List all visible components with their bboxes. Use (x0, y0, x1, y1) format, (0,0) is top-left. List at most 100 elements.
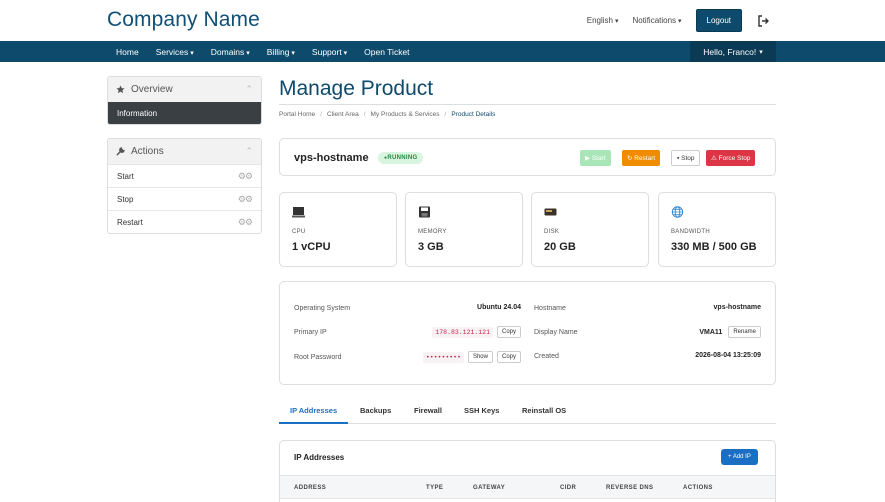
stat-label: MEMORY (418, 229, 447, 235)
actions-panel-header[interactable]: Actions ⌃ (108, 139, 261, 164)
main-navbar: Home Services Domains Billing Support Op… (0, 41, 885, 62)
sidebar-item-label: Stop (117, 194, 134, 204)
tab-reinstall-os[interactable]: Reinstall OS (522, 406, 566, 415)
column-header[interactable]: ACTIONS (683, 485, 713, 491)
rename-button[interactable]: Rename (728, 326, 761, 338)
stat-card-bandwidth: BANDWIDTH 330 MB / 500 GB (658, 192, 776, 267)
breadcrumb: Portal Home / Client Area / My Products & … (279, 111, 496, 118)
active-tab-indicator (279, 422, 348, 424)
start-button[interactable]: ▶ Start (580, 150, 611, 166)
overview-panel: Overview ⌃ Information (107, 76, 262, 125)
hostname-value: vps-hostname (713, 304, 761, 311)
chevron-up-icon[interactable]: ⌃ (245, 146, 253, 157)
exit-icon[interactable] (756, 14, 770, 28)
primary-ip-value: 178.83.121.121 (432, 326, 493, 338)
cogs-icon: ⚙⚙ (237, 193, 253, 204)
overview-panel-header[interactable]: Overview ⌃ (108, 77, 261, 102)
sidebar-item-information[interactable]: Information (108, 102, 261, 124)
stop-button[interactable]: ▪ Stop (671, 150, 701, 166)
stat-value: 20 GB (544, 241, 576, 253)
sidebar-item-restart[interactable]: Restart ⚙⚙ (108, 210, 261, 233)
user-menu[interactable]: Hello, Franco! (690, 41, 776, 62)
stat-label: BANDWIDTH (671, 229, 711, 235)
hostname-label: Hostname (534, 305, 566, 312)
stat-card-memory: MEMORY 3 GB (405, 192, 523, 267)
primary-ip-group: 178.83.121.121 Copy (432, 326, 521, 338)
sidebar-item-label: Start (117, 171, 134, 181)
divider (279, 104, 776, 105)
root-password-label: Root Password (294, 354, 342, 361)
nav-home[interactable]: Home (116, 47, 139, 57)
created-value: 2026-08-04 13:25:09 (695, 352, 761, 359)
logout-button[interactable]: Logout (695, 9, 742, 32)
breadcrumb-current: Product Details (451, 111, 496, 118)
stat-label: DISK (544, 229, 560, 235)
nav-open-ticket[interactable]: Open Ticket (364, 47, 409, 57)
display-name-group: VMA11 Rename (699, 326, 761, 338)
overview-title: Overview (131, 84, 173, 95)
show-password-button[interactable]: Show (467, 351, 493, 363)
tab-firewall[interactable]: Firewall (414, 406, 442, 415)
ip-section-title: IP Addresses (294, 453, 345, 462)
display-name-label: Display Name (534, 329, 578, 336)
os-value: Ubuntu 24.04 (477, 304, 521, 311)
breadcrumb-client-area[interactable]: Client Area (327, 111, 359, 118)
breadcrumb-products[interactable]: My Products & Services (371, 111, 440, 118)
sidebar-item-label: Restart (117, 217, 143, 227)
copy-ip-button[interactable]: Copy (496, 326, 521, 338)
column-header[interactable]: CIDR (560, 485, 576, 491)
stat-value: 1 vCPU (292, 241, 331, 253)
column-header[interactable]: TYPE (426, 485, 443, 491)
nav-support[interactable]: Support (312, 47, 347, 57)
sidebar-item-start[interactable]: Start ⚙⚙ (108, 164, 261, 187)
stat-value: 330 MB / 500 GB (671, 241, 757, 253)
status-badge: RUNNING (378, 152, 424, 164)
created-label: Created (534, 353, 559, 360)
nav-domains[interactable]: Domains (211, 47, 250, 57)
primary-ip-label: Primary IP (294, 329, 327, 336)
actions-panel: Actions ⌃ Start ⚙⚙ Stop ⚙⚙ Restart ⚙⚙ (107, 138, 262, 234)
cogs-icon: ⚙⚙ (237, 216, 253, 227)
tab-backups[interactable]: Backups (360, 406, 391, 415)
chevron-up-icon[interactable]: ⌃ (245, 84, 253, 95)
stat-card-disk: DISK 20 GB (531, 192, 649, 267)
star-icon (116, 85, 125, 94)
copy-password-button[interactable]: Copy (496, 351, 521, 363)
sidebar-item-stop[interactable]: Stop ⚙⚙ (108, 187, 261, 210)
column-header[interactable]: REVERSE DNS (606, 485, 653, 491)
tab-ip-addresses[interactable]: IP Addresses (290, 406, 337, 415)
disk-icon (544, 208, 557, 216)
product-tabs: IP Addresses Backups Firewall SSH Keys R… (279, 400, 776, 424)
language-selector[interactable]: English (587, 16, 619, 25)
stat-value: 3 GB (418, 241, 444, 253)
header-actions: English Notifications Logout (587, 9, 770, 32)
nav-menu: Home Services Domains Billing Support Op… (116, 41, 410, 62)
notifications-menu[interactable]: Notifications (632, 16, 681, 25)
actions-title: Actions (131, 146, 164, 157)
globe-icon (671, 206, 684, 218)
force-stop-button[interactable]: ⚠ Force Stop (706, 150, 756, 166)
display-name-value: VMA11 (699, 328, 723, 336)
cpu-icon (292, 207, 305, 218)
column-header[interactable]: GATEWAY (473, 485, 505, 491)
stat-card-cpu: CPU 1 vCPU (279, 192, 397, 267)
breadcrumb-portal-home[interactable]: Portal Home (279, 111, 315, 118)
root-password-group: ••••••••• Show Copy (422, 351, 521, 363)
wrench-icon (116, 147, 125, 156)
add-ip-button[interactable]: + Add IP (721, 449, 758, 465)
cogs-icon: ⚙⚙ (237, 170, 253, 181)
brand-logo[interactable]: Company Name (107, 8, 260, 32)
ip-addresses-card: IP Addresses + Add IP ADDRESS TYPE GATEW… (279, 440, 776, 502)
column-header[interactable]: ADDRESS (294, 485, 326, 491)
memory-icon (419, 206, 430, 218)
os-label: Operating System (294, 305, 351, 312)
page-title: Manage Product (279, 77, 434, 100)
nav-billing[interactable]: Billing (267, 47, 295, 57)
nav-services[interactable]: Services (156, 47, 194, 57)
server-status-card: vps-hostname RUNNING ▶ Start ↻ Restart ▪… (279, 138, 776, 176)
stat-label: CPU (292, 229, 306, 235)
tab-ssh-keys[interactable]: SSH Keys (464, 406, 499, 415)
ip-table-header: ADDRESS TYPE GATEWAY CIDR REVERSE DNS AC… (280, 475, 775, 499)
server-hostname: vps-hostname (294, 152, 369, 164)
restart-button[interactable]: ↻ Restart (622, 150, 661, 166)
